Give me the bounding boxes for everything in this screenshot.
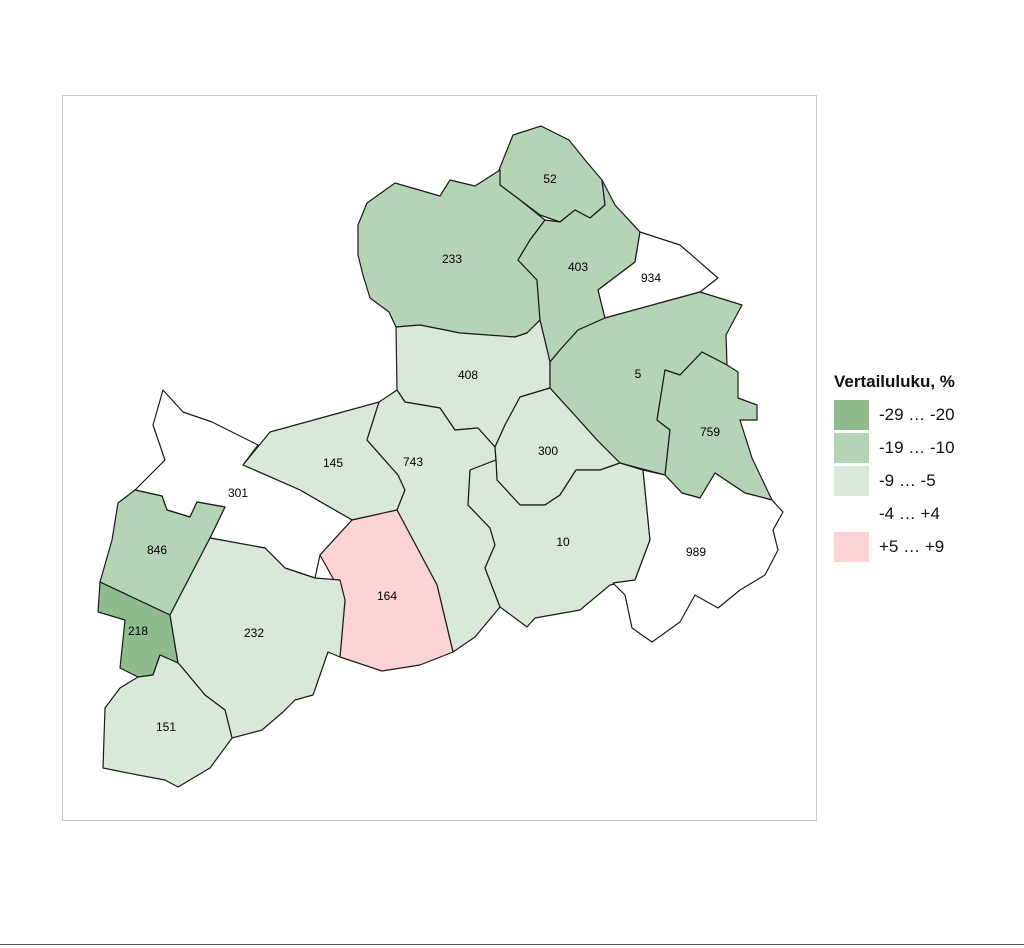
region-label: 52 [543, 172, 557, 186]
legend-label: -29 … -20 [879, 404, 955, 424]
region-label: 403 [568, 260, 588, 274]
legend-item: -29 … -20 [834, 398, 955, 431]
legend-item: -19 … -10 [834, 431, 955, 464]
region-label: 145 [323, 456, 343, 470]
legend-label: -9 … -5 [879, 470, 936, 490]
legend-label: +5 … +9 [879, 536, 945, 556]
legend-swatch [834, 531, 869, 562]
legend-swatch [834, 432, 869, 463]
legend-swatch [834, 465, 869, 496]
region-label: 989 [686, 545, 706, 559]
legend: Vertailuluku, % -29 … -20 -19 … -10 -9 … -… [834, 372, 955, 563]
legend-label: -4 … +4 [879, 503, 940, 523]
bottom-divider [0, 944, 1024, 945]
legend-swatch [834, 399, 869, 430]
region-label: 10 [556, 535, 570, 549]
region-label: 218 [128, 624, 148, 638]
region-label: 846 [147, 543, 167, 557]
region-label: 301 [228, 486, 248, 500]
legend-label: -19 … -10 [879, 437, 955, 457]
region-label: 164 [377, 589, 397, 603]
region-label: 233 [442, 252, 462, 266]
legend-item: -9 … -5 [834, 464, 955, 497]
legend-item: +5 … +9 [834, 530, 955, 563]
legend-title: Vertailuluku, % [834, 372, 955, 391]
region-label: 934 [641, 271, 661, 285]
region-label: 759 [700, 425, 720, 439]
legend-item: -4 … +4 [834, 497, 955, 530]
region-label: 5 [635, 367, 642, 381]
legend-swatch [834, 498, 869, 529]
region-label: 408 [458, 368, 478, 382]
region-label: 151 [156, 720, 176, 734]
region-label: 300 [538, 444, 558, 458]
region-label: 743 [403, 455, 423, 469]
region-label: 232 [244, 626, 264, 640]
